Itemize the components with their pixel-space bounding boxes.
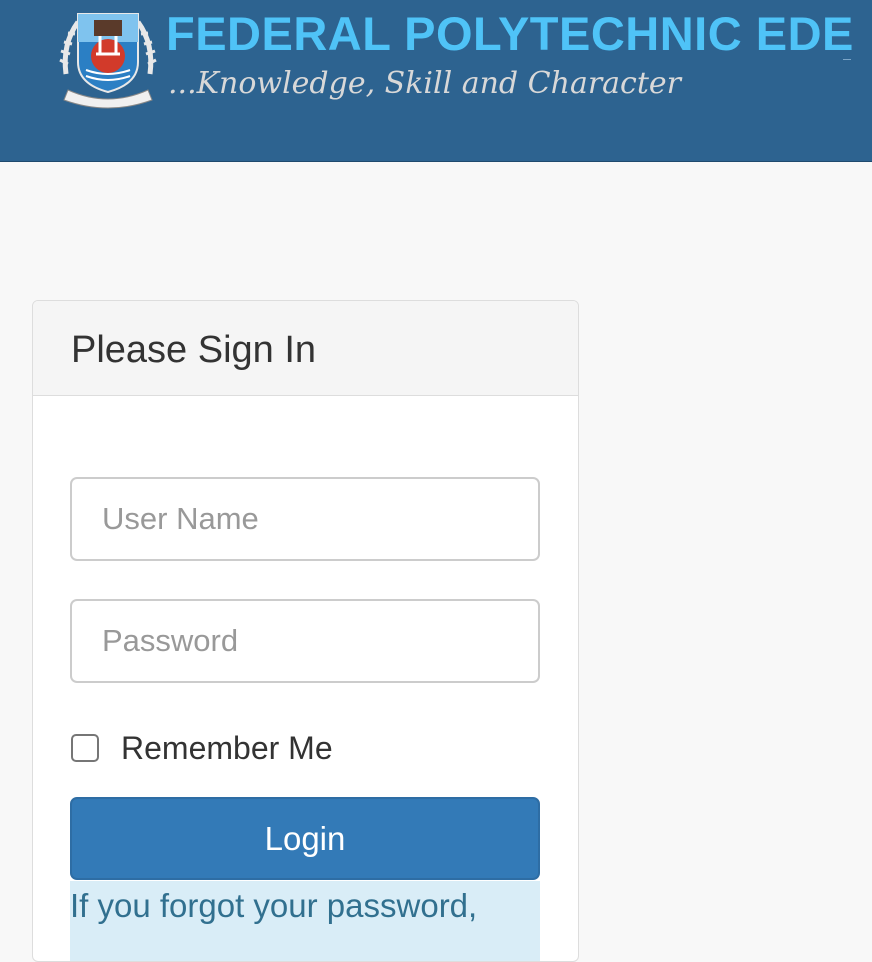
login-panel-title: Please Sign In <box>71 329 317 371</box>
login-panel: Please Sign In Remember Me Login If you … <box>32 300 579 962</box>
remember-me-row[interactable]: Remember Me <box>71 730 333 767</box>
login-panel-heading: Please Sign In <box>33 301 578 396</box>
site-title: FEDERAL POLYTECHNIC EDE <box>166 7 854 60</box>
header-corner-mark <box>843 59 851 60</box>
institution-crest-icon <box>59 13 157 109</box>
username-input[interactable] <box>70 477 540 561</box>
forgot-password-text: If you forgot your password, <box>70 887 478 924</box>
remember-me-label[interactable]: Remember Me <box>121 730 333 767</box>
login-button[interactable]: Login <box>70 797 540 880</box>
site-tagline: ...Knowledge, Skill and Character <box>168 66 682 101</box>
password-input[interactable] <box>70 599 540 683</box>
site-header: FEDERAL POLYTECHNIC EDE ...Knowledge, Sk… <box>0 0 872 162</box>
remember-me-checkbox[interactable] <box>71 734 99 762</box>
forgot-password-alert: If you forgot your password, <box>70 881 540 961</box>
